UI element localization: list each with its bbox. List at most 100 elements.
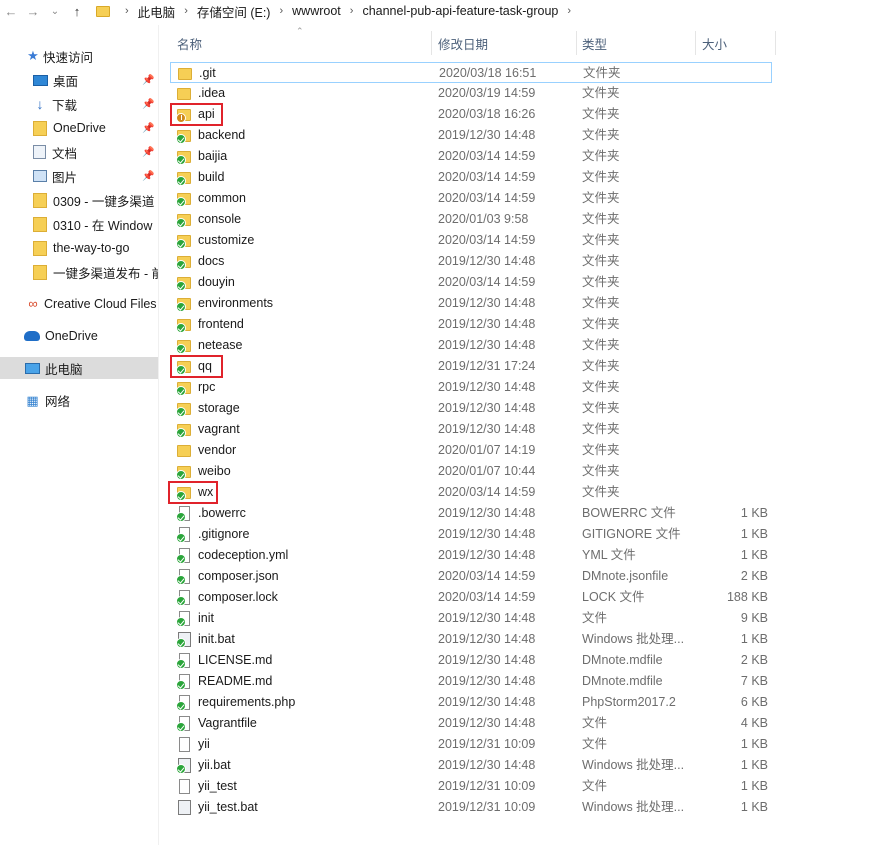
- nav-item-this-pc[interactable]: 此电脑: [0, 357, 158, 379]
- file-row-common[interactable]: common 2020/03/14 14:59 文件夹: [170, 188, 772, 209]
- sync-ok-badge-icon: [176, 638, 186, 648]
- nav-item-network[interactable]: ▦ 网络: [0, 389, 158, 411]
- file-row-init-bat[interactable]: init.bat 2019/12/30 14:48 Windows 批处理... 1 …: [170, 629, 772, 650]
- nav-label: 0310 - 在 Window: [53, 218, 153, 233]
- nav-item-the-way-to-go[interactable]: the-way-to-go: [0, 237, 158, 259]
- file-row-git[interactable]: .git 2020/03/18 16:51 文件夹: [170, 62, 772, 83]
- file-row-customize[interactable]: customize 2020/03/14 14:59 文件夹: [170, 230, 772, 251]
- file-row-douyin[interactable]: douyin 2020/03/14 14:59 文件夹: [170, 272, 772, 293]
- folder-icon: [33, 216, 47, 232]
- file-row-LICENSE-md[interactable]: LICENSE.md 2019/12/30 14:48 DMnote.mdfile 2…: [170, 650, 772, 671]
- file-row-backend[interactable]: backend 2019/12/30 14:48 文件夹: [170, 125, 772, 146]
- file-row-netease[interactable]: netease 2019/12/30 14:48 文件夹: [170, 335, 772, 356]
- file-type: GITIGNORE 文件: [582, 527, 681, 541]
- column-divider[interactable]: [695, 31, 696, 55]
- column-divider[interactable]: [431, 31, 432, 55]
- sync-ok-badge-icon: [176, 533, 186, 543]
- file-row-yii[interactable]: yii 2019/12/31 10:09 文件 1 KB: [170, 734, 772, 755]
- file-row-environments[interactable]: environments 2019/12/30 14:48 文件夹: [170, 293, 772, 314]
- back-arrow-icon[interactable]: ←: [0, 0, 22, 22]
- column-divider[interactable]: [775, 31, 776, 55]
- column-divider[interactable]: [576, 31, 577, 55]
- nav-item-pictures[interactable]: 图片 📌: [0, 165, 158, 187]
- column-header-type[interactable]: 类型: [582, 31, 692, 55]
- chevron-right-icon[interactable]: ›: [279, 5, 283, 17]
- nav-item-onedrive[interactable]: OneDrive: [0, 325, 158, 347]
- nav-quick-access[interactable]: ★ 快速访问: [0, 45, 158, 67]
- file-row-vendor[interactable]: vendor 2020/01/07 14:19 文件夹: [170, 440, 772, 461]
- breadcrumb-this-pc[interactable]: 此电脑: [138, 2, 176, 21]
- chevron-down-icon[interactable]: ⌄: [44, 0, 66, 22]
- file-row-requirements-php[interactable]: requirements.php 2019/12/30 14:48 PhpStorm…: [170, 692, 772, 713]
- file-type: 文件夹: [582, 107, 620, 121]
- file-row-vagrant[interactable]: vagrant 2019/12/30 14:48 文件夹: [170, 419, 772, 440]
- breadcrumb-drive[interactable]: 存储空间 (E:): [197, 2, 271, 21]
- file-row-qq[interactable]: qq 2019/12/31 17:24 文件夹: [170, 356, 772, 377]
- file-row-gitignore[interactable]: .gitignore 2019/12/30 14:48 GITIGNORE 文件 1 …: [170, 524, 772, 545]
- nav-label: 下载: [52, 98, 78, 113]
- sync-ok-badge-icon: [176, 722, 186, 732]
- nav-item-documents[interactable]: 文档 📌: [0, 141, 158, 163]
- file-row-yii-bat[interactable]: yii.bat 2019/12/30 14:48 Windows 批处理... 1 K…: [170, 755, 772, 776]
- file-row-yii-test[interactable]: yii_test 2019/12/31 10:09 文件 1 KB: [170, 776, 772, 797]
- nav-label: 图片: [52, 170, 78, 185]
- file-row-docs[interactable]: docs 2019/12/30 14:48 文件夹: [170, 251, 772, 272]
- file-row-bowerrc[interactable]: .bowerrc 2019/12/30 14:48 BOWERRC 文件 1 KB: [170, 503, 772, 524]
- column-header-date[interactable]: 修改日期: [438, 31, 573, 55]
- file-size: 1 KB: [740, 758, 768, 772]
- file-name: codeception.yml: [198, 548, 289, 562]
- nav-item-desktop[interactable]: 桌面 📌: [0, 69, 158, 91]
- file-name: build: [198, 170, 225, 184]
- star-icon: ★: [27, 48, 39, 63]
- file-row-storage[interactable]: storage 2019/12/30 14:48 文件夹: [170, 398, 772, 419]
- sync-ok-badge-icon: [176, 239, 186, 249]
- sync-ok-badge-icon: [176, 155, 186, 165]
- file-row-weibo[interactable]: weibo 2020/01/07 10:44 文件夹: [170, 461, 772, 482]
- file-row-rpc[interactable]: rpc 2019/12/30 14:48 文件夹: [170, 377, 772, 398]
- file-row-init[interactable]: init 2019/12/30 14:48 文件 9 KB: [170, 608, 772, 629]
- file-row-baijia[interactable]: baijia 2020/03/14 14:59 文件夹: [170, 146, 772, 167]
- file-type: DMnote.mdfile: [582, 674, 663, 688]
- nav-item-creative-cloud[interactable]: ∞ Creative Cloud Files: [0, 293, 158, 315]
- file-name: frontend: [198, 317, 244, 331]
- nav-item-0309[interactable]: 0309 - 一键多渠道: [0, 189, 158, 211]
- nav-item-multichannel[interactable]: 一键多渠道发布 - 前: [0, 261, 158, 283]
- file-row-build[interactable]: build 2020/03/14 14:59 文件夹: [170, 167, 772, 188]
- nav-label: 快速访问: [43, 50, 94, 65]
- forward-arrow-icon[interactable]: →: [22, 0, 44, 22]
- file-row-idea[interactable]: .idea 2020/03/19 14:59 文件夹: [170, 83, 772, 104]
- breadcrumb-wwwroot[interactable]: wwwroot: [292, 4, 341, 18]
- nav-item-onedrive-folder[interactable]: OneDrive 📌: [0, 117, 158, 139]
- file-row-composer-json[interactable]: composer.json 2020/03/14 14:59 DMnote.json…: [170, 566, 772, 587]
- nav-item-0310[interactable]: 0310 - 在 Window: [0, 213, 158, 235]
- chevron-right-icon[interactable]: ›: [125, 5, 129, 17]
- file-row-README-md[interactable]: README.md 2019/12/30 14:48 DMnote.mdfile 7 …: [170, 671, 772, 692]
- highlight-box-api: [170, 103, 223, 126]
- file-row-frontend[interactable]: frontend 2019/12/30 14:48 文件夹: [170, 314, 772, 335]
- chevron-right-icon[interactable]: ›: [567, 5, 571, 17]
- file-name: init: [198, 611, 214, 625]
- file-row-Vagrantfile[interactable]: Vagrantfile 2019/12/30 14:48 文件 4 KB: [170, 713, 772, 734]
- file-row-console[interactable]: console 2020/01/03 9:58 文件夹: [170, 209, 772, 230]
- creative-cloud-icon: ∞: [28, 296, 38, 311]
- file-row-wx[interactable]: wx 2020/03/14 14:59 文件夹: [170, 482, 772, 503]
- chevron-right-icon[interactable]: ›: [184, 5, 188, 17]
- file-name: requirements.php: [198, 695, 296, 709]
- file-row-composer-lock[interactable]: composer.lock 2020/03/14 14:59 LOCK 文件 188 …: [170, 587, 772, 608]
- sync-ok-badge-icon: [176, 680, 186, 690]
- breadcrumb-current-folder[interactable]: channel-pub-api-feature-task-group: [362, 4, 558, 18]
- up-arrow-icon[interactable]: ↑: [66, 0, 88, 22]
- breadcrumb[interactable]: › 此电脑 › 存储空间 (E:) › wwwroot › channel-pu…: [92, 0, 580, 22]
- file-row-api[interactable]: api 2020/03/18 16:26 文件夹: [170, 104, 772, 125]
- pane-divider[interactable]: [158, 25, 159, 845]
- sync-ok-badge-icon: [176, 386, 186, 396]
- column-header-name[interactable]: 名称: [177, 31, 427, 55]
- file-row-codeception-yml[interactable]: codeception.yml 2019/12/30 14:48 YML 文件 1 K…: [170, 545, 772, 566]
- file-row-yii-test-bat[interactable]: yii_test.bat 2019/12/31 10:09 Windows 批处理.…: [170, 797, 772, 818]
- file-icon: [176, 506, 192, 522]
- file-icon: [176, 653, 192, 669]
- column-header-size[interactable]: 大小: [702, 31, 772, 55]
- chevron-right-icon[interactable]: ›: [350, 5, 354, 17]
- pin-icon: 📌: [142, 146, 155, 158]
- nav-item-downloads[interactable]: ↓ 下载 📌: [0, 93, 158, 115]
